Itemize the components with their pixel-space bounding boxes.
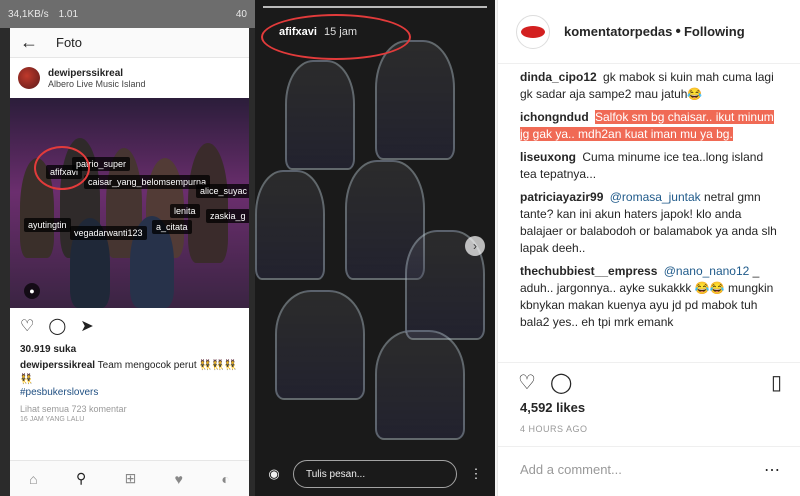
post-photo[interactable]: afifxavi patrio_super caisar_yang_beloms…: [10, 98, 249, 308]
add-post-icon[interactable]: ⊞: [125, 470, 137, 487]
chevron-right-icon[interactable]: ›: [465, 236, 485, 256]
panel-timestamp: 4 HOURS AGO: [520, 424, 588, 434]
left-phone-screen: 34,1KB/s 1.01 40 ← Foto dewiperssikreal …: [0, 0, 255, 496]
more-options-icon[interactable]: ⋯: [764, 460, 780, 480]
message-input[interactable]: Tulis pesan...: [293, 460, 457, 488]
heart-icon[interactable]: ♡: [20, 316, 34, 336]
panel-username[interactable]: komentatorpedas: [564, 24, 672, 39]
photo-tag[interactable]: vegadarwanti123: [70, 226, 147, 240]
person-figure: [188, 143, 228, 263]
divider: [498, 362, 800, 363]
search-icon[interactable]: ⚲: [76, 470, 86, 487]
comment-icon[interactable]: ◯: [550, 370, 572, 395]
following-button[interactable]: Following: [684, 24, 745, 39]
view-all-comments[interactable]: Lihat semua 723 komentar: [10, 400, 249, 414]
comment-username[interactable]: patriciayazir99: [520, 190, 603, 204]
avatar[interactable]: [18, 67, 40, 89]
photo-tag[interactable]: a_citata: [152, 220, 192, 234]
comment-username[interactable]: ichongndud: [520, 110, 589, 124]
post-timestamp: 16 JAM YANG LALU: [20, 415, 85, 423]
comment-input[interactable]: Add a comment...: [520, 462, 622, 477]
photo-tag[interactable]: lenita: [170, 204, 200, 218]
share-icon[interactable]: ➤: [80, 316, 93, 336]
story-screen: afifxavi 15 jam › ◉ Tulis pesan... ⋮: [255, 0, 495, 496]
photo-tag[interactable]: ayutingtin: [24, 218, 71, 232]
comment-list: dinda_cipo12 gk mabok si kuin mah cuma l…: [498, 64, 800, 362]
heart-icon[interactable]: ♡: [518, 370, 536, 395]
bookmark-icon[interactable]: ▯: [771, 370, 782, 395]
separator-dot: •: [675, 22, 681, 40]
post-username[interactable]: dewiperssikreal: [48, 68, 146, 79]
panel-actions: ♡ ◯ ▯: [518, 368, 782, 396]
arrow-left-icon[interactable]: ←: [20, 32, 38, 53]
profile-icon[interactable]: ◐: [221, 471, 229, 487]
like-count[interactable]: 30.919 suka: [10, 344, 249, 355]
lips-logo-icon: [521, 25, 545, 38]
avatar[interactable]: [516, 14, 550, 49]
glass-image: [255, 170, 325, 280]
comment-username[interactable]: liseuxong: [520, 150, 576, 164]
comment-item: thechubbiest__empress @nano_nano12 _ adu…: [520, 263, 780, 331]
page-title: Foto: [56, 35, 83, 50]
caption-username[interactable]: dewiperssikreal: [20, 360, 95, 371]
comment-mention[interactable]: @romasa_juntak: [610, 190, 701, 204]
post-actions: ♡ ◯ ➤: [10, 308, 249, 344]
screenshot-stage: 34,1KB/s 1.01 40 ← Foto dewiperssikreal …: [0, 0, 800, 496]
comment-item: liseuxong Cuma minume ice tea..long isla…: [520, 149, 780, 183]
battery-level: 40: [235, 8, 247, 20]
glass-image: [275, 290, 365, 400]
comment-item: ichongndud Salfok sm bg chaisar.. ikut m…: [520, 109, 780, 143]
glass-image: [285, 60, 355, 170]
more-icon[interactable]: ⋮: [465, 463, 487, 485]
highlight-circle: [261, 14, 411, 60]
highlight-circle: [34, 146, 90, 190]
comment-username[interactable]: thechubbiest__empress: [520, 264, 657, 278]
panel-header: komentatorpedas • Following: [498, 0, 800, 64]
glass-image: [375, 40, 455, 160]
status-time: 1.01: [58, 8, 79, 20]
net-speed: 34,1KB/s: [8, 8, 49, 20]
comment-item: patriciayazir99 @romasa_juntak netral gm…: [520, 189, 780, 257]
bottom-nav: ⌂ ⚲ ⊞ ♥ ◐: [10, 460, 249, 496]
story-progress-bar: [263, 6, 487, 8]
comment-icon[interactable]: ◯: [48, 316, 66, 336]
photo-tag[interactable]: zaskia_g: [206, 209, 249, 223]
add-comment-bar: Add a comment... ⋯: [498, 446, 800, 492]
post-header: dewiperssikreal Albero Live Music Island: [10, 58, 249, 98]
comment-username[interactable]: dinda_cipo12: [520, 70, 597, 84]
camera-icon[interactable]: ◉: [263, 463, 285, 485]
comment-panel: komentatorpedas • Following dinda_cipo12…: [497, 0, 800, 496]
post-location[interactable]: Albero Live Music Island: [48, 79, 146, 89]
photo-header: ← Foto: [10, 28, 249, 58]
home-icon[interactable]: ⌂: [29, 471, 37, 487]
comment-item: dinda_cipo12 gk mabok si kuin mah cuma l…: [520, 69, 780, 103]
user-tag-icon[interactable]: ●: [24, 283, 40, 299]
heart-icon[interactable]: ♥: [175, 471, 183, 487]
panel-like-count[interactable]: 4,592 likes: [520, 400, 585, 415]
story-reply-bar: ◉ Tulis pesan... ⋮: [255, 460, 495, 488]
photo-tag[interactable]: alice_suyac: [196, 184, 249, 198]
status-bar: 34,1KB/s 1.01 40: [0, 0, 255, 28]
comment-mention[interactable]: @nano_nano12: [664, 264, 750, 278]
post-caption: dewiperssikreal Team mengocok perut 👯👯👯👯…: [10, 355, 249, 400]
caption-hashtag[interactable]: #pesbukerslovers: [20, 387, 98, 398]
photo-tag[interactable]: caisar_yang_belomsempurna: [84, 175, 211, 189]
glass-image: [375, 330, 465, 440]
post-card: dewiperssikreal Albero Live Music Island…: [10, 58, 249, 496]
